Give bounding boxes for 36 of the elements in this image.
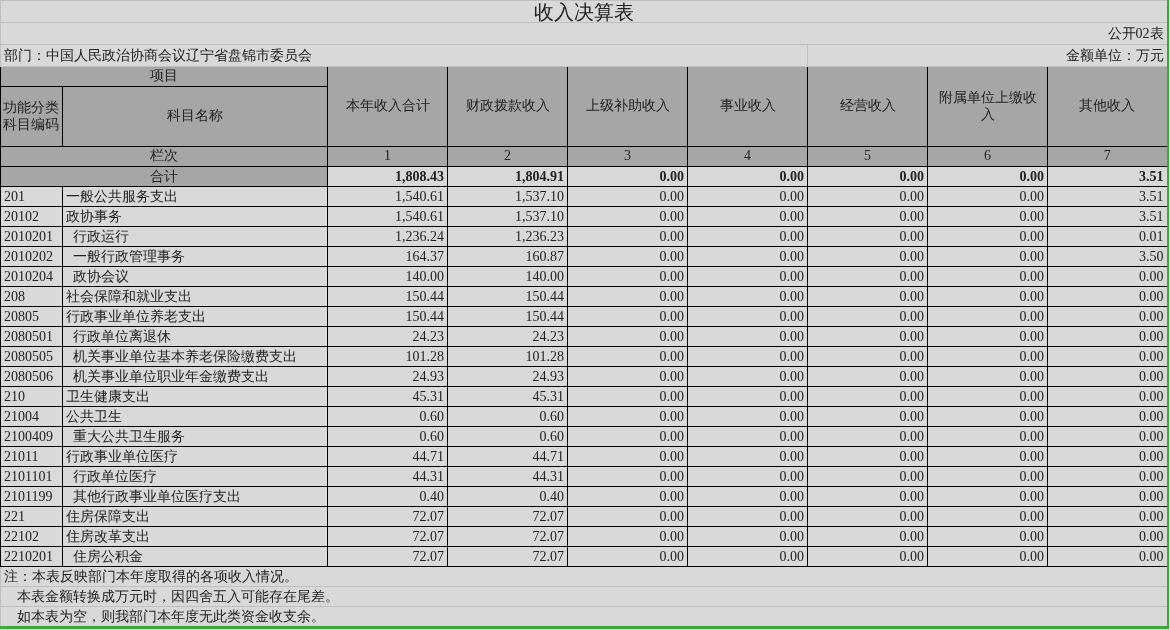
column-header: 功能分类科目编码 bbox=[0, 86, 63, 147]
code-cell: 201 bbox=[0, 186, 63, 207]
code-cell: 2101101 bbox=[0, 466, 63, 487]
code-cell: 221 bbox=[0, 506, 63, 527]
column-header: 上级补助收入 bbox=[567, 66, 688, 147]
code-cell: 22102 bbox=[0, 526, 63, 547]
code-cell: 2010201 bbox=[0, 226, 63, 247]
code-cell: 21004 bbox=[0, 406, 63, 427]
code-cell: 2080501 bbox=[0, 326, 63, 347]
code-cell: 208 bbox=[0, 286, 63, 307]
row-label: 栏次 bbox=[0, 146, 328, 167]
code-cell: 20102 bbox=[0, 206, 63, 227]
column-header: 经营收入 bbox=[807, 66, 928, 147]
column-header: 项目 bbox=[0, 66, 328, 87]
total-label: 合计 bbox=[0, 166, 328, 187]
column-header: 附属单位上缴收入 bbox=[927, 66, 1048, 147]
code-cell: 2101199 bbox=[0, 486, 63, 507]
department-label: 部门：中国人民政治协商会议辽宁省盘锦市委员会 bbox=[0, 44, 808, 67]
column-header: 事业收入 bbox=[687, 66, 808, 147]
code-cell: 2080505 bbox=[0, 346, 63, 367]
code-cell: 20805 bbox=[0, 306, 63, 327]
note-text: 本表金额转换成万元时，因四舍五入可能存在尾差。 bbox=[0, 586, 1168, 607]
code-cell: 21011 bbox=[0, 446, 63, 467]
note-text: 注：本表反映部门本年度取得的各项收入情况。 bbox=[0, 566, 1168, 587]
column-header: 其他收入 bbox=[1047, 66, 1168, 147]
code-cell: 2010204 bbox=[0, 266, 63, 287]
code-cell: 2080506 bbox=[0, 366, 63, 387]
column-header: 科目名称 bbox=[62, 86, 328, 147]
column-header: 财政拨款收入 bbox=[447, 66, 568, 147]
code-cell: 2100409 bbox=[0, 426, 63, 447]
table-title: 收入决算表 bbox=[0, 0, 1168, 23]
code-cell: 2210201 bbox=[0, 546, 63, 567]
code-cell: 2010202 bbox=[0, 246, 63, 267]
form-number: 公开02表 bbox=[0, 22, 1168, 45]
code-cell: 210 bbox=[0, 386, 63, 407]
column-header: 本年收入合计 bbox=[327, 66, 448, 147]
